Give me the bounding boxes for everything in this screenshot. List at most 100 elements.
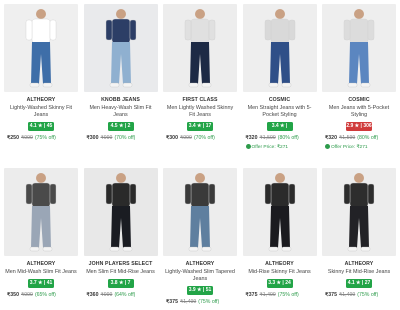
product-card[interactable]: ALTHEORY Lightly-Washed Slim Tapered Jean… [163, 168, 237, 306]
product-card[interactable]: JOHN PLAYERS SELECT Men Slim Fit Mid-Rise… [83, 168, 158, 306]
original-price: ₹1,499 [259, 292, 276, 298]
model-illustration [343, 173, 375, 252]
discount-label: (70% off) [193, 135, 215, 141]
product-card[interactable]: COSMIC Men Straight Jeans with 5-Pocket S… [242, 4, 317, 168]
product-image[interactable] [322, 168, 396, 256]
product-title[interactable]: Lightly-Washed Skinny Fit Jeans [4, 105, 78, 119]
model-illustration [105, 9, 136, 88]
product-card[interactable]: ALTHEORY Lightly-Washed Skinny Fit Jeans 4… [4, 4, 78, 168]
product-image[interactable] [83, 4, 158, 92]
rating-badge: 3.7 ★ | 41 [28, 279, 54, 288]
product-image[interactable] [4, 168, 78, 256]
discount-label: (65% off) [34, 292, 56, 298]
offer-price-text: Offer Price: ₹271 [251, 144, 289, 150]
product-title[interactable]: Men Heavy-Wash Slim Fit Jeans [84, 105, 158, 119]
current-price: ₹250 [7, 135, 19, 141]
product-brand[interactable]: ALTHEORY [4, 97, 78, 103]
discount-label: (80% off) [277, 135, 299, 141]
price-row: ₹320 ₹1,599 (80% off) [322, 135, 396, 141]
price-row: ₹320 ₹1,599 (80% off) [243, 135, 317, 141]
rating-badge: 3.4 ★ | 2.2K [266, 122, 293, 138]
offer-price: Offer Price: ₹271 [243, 144, 317, 150]
model-illustration [184, 9, 216, 88]
price-row: ₹375 ₹1,499 (75% off) [322, 292, 396, 298]
discount-label: (75% off) [34, 135, 56, 141]
product-card[interactable]: ALTHEORY Skinny Fit Mid-Rise Jeans 4.1 ★ |… [322, 168, 396, 306]
model-illustration [343, 9, 375, 88]
model-illustration [25, 9, 57, 88]
product-brand[interactable]: KNOBB JEANS [84, 97, 158, 103]
product-card[interactable]: ALTHEORY Men Mid-Wash Slim Fit Jeans 3.7 ★… [4, 168, 78, 306]
offer-tag-icon [245, 144, 251, 149]
product-title[interactable]: Skinny Fit Mid-Rise Jeans [322, 269, 396, 276]
original-price: ₹999 [179, 135, 192, 141]
current-price: ₹350 [7, 292, 19, 298]
product-brand[interactable]: COSMIC [243, 97, 317, 103]
current-price: ₹375 [245, 292, 258, 298]
rating-badge: 3.8 ★ | 7 [107, 279, 134, 288]
product-brand[interactable]: ALTHEORY [4, 261, 78, 267]
product-image[interactable] [4, 4, 78, 92]
product-title[interactable]: Men Mid-Wash Slim Fit Jeans [4, 269, 78, 276]
rating-badge: 4.1 ★ | 45 [28, 122, 54, 131]
model-illustration [184, 173, 216, 252]
discount-label: (80% off) [357, 135, 379, 141]
product-image[interactable] [163, 168, 237, 256]
model-illustration [105, 173, 136, 252]
product-title[interactable]: Men Slim Fit Mid-Rise Jeans [84, 269, 158, 276]
product-brand[interactable]: ALTHEORY [243, 261, 317, 267]
discount-label: (75% off) [198, 299, 220, 305]
rating-badge: 3.9 ★ | 51 [187, 286, 213, 295]
product-grid: ALTHEORY Lightly-Washed Skinny Fit Jeans 4… [4, 4, 396, 306]
rating-badge: 3.4 ★ | 17 [187, 122, 213, 131]
product-title[interactable]: Mid-Rise Skinny Fit Jeans [243, 269, 317, 276]
rating-badge: 2.9 ★ | 306 [346, 122, 372, 131]
product-image[interactable] [242, 4, 317, 92]
product-title[interactable]: Lightly-Washed Slim Tapered Jeans [163, 269, 237, 283]
product-image[interactable] [83, 168, 158, 256]
discount-label: (70% off) [114, 135, 136, 141]
discount-label: (75% off) [277, 292, 299, 298]
original-price: ₹999 [20, 135, 33, 141]
product-title[interactable]: Men Lightly Washed Skinny Fit Jeans [163, 105, 237, 119]
model-illustration [25, 173, 57, 252]
product-brand[interactable]: JOHN PLAYERS SELECT [84, 261, 158, 267]
current-price: ₹300 [166, 135, 178, 141]
price-row: ₹350 ₹999 (65% off) [4, 292, 78, 298]
original-price: ₹999 [20, 292, 33, 298]
price-row: ₹375 ₹1,499 (75% off) [163, 299, 237, 305]
product-card[interactable]: KNOBB JEANS Men Heavy-Wash Slim Fit Jeans… [83, 4, 158, 168]
current-price: ₹300 [86, 135, 99, 141]
product-title[interactable]: Men Jeans with 5-Pocket Styling [322, 105, 396, 119]
product-brand[interactable]: FIRST CLASS [163, 97, 237, 103]
product-card[interactable]: COSMIC Men Jeans with 5-Pocket Styling 2.9… [322, 4, 396, 168]
discount-label: (75% off) [357, 292, 379, 298]
product-card[interactable]: ALTHEORY Mid-Rise Skinny Fit Jeans 3.3 ★ |… [242, 168, 317, 306]
price-row: ₹250 ₹999 (75% off) [4, 135, 78, 141]
current-price: ₹375 [325, 292, 337, 298]
product-image[interactable] [242, 168, 317, 256]
rating-badge: 3.3 ★ | 24 [266, 279, 293, 288]
offer-price: Offer Price: ₹271 [322, 144, 396, 150]
product-title[interactable]: Men Straight Jeans with 5-Pocket Styling [243, 105, 317, 119]
product-brand[interactable]: ALTHEORY [163, 261, 237, 267]
product-image[interactable] [163, 4, 237, 92]
original-price: ₹1,499 [179, 299, 197, 305]
product-card[interactable]: FIRST CLASS Men Lightly Washed Skinny Fit… [163, 4, 237, 168]
original-price: ₹999 [100, 135, 113, 141]
current-price: ₹320 [325, 135, 337, 141]
offer-tag-icon [325, 144, 330, 149]
product-image[interactable] [322, 4, 396, 92]
current-price: ₹320 [245, 135, 258, 141]
price-row: ₹300 ₹999 (70% off) [84, 135, 158, 141]
product-brand[interactable]: COSMIC [322, 97, 396, 103]
model-illustration [264, 173, 295, 252]
product-brand[interactable]: ALTHEORY [322, 261, 396, 267]
price-row: ₹375 ₹1,499 (75% off) [243, 292, 317, 298]
price-row: ₹300 ₹999 (70% off) [163, 135, 237, 141]
original-price: ₹999 [100, 292, 113, 298]
current-price: ₹375 [166, 299, 178, 305]
current-price: ₹360 [86, 292, 99, 298]
original-price: ₹1,599 [338, 135, 356, 141]
discount-label: (64% off) [114, 292, 136, 298]
